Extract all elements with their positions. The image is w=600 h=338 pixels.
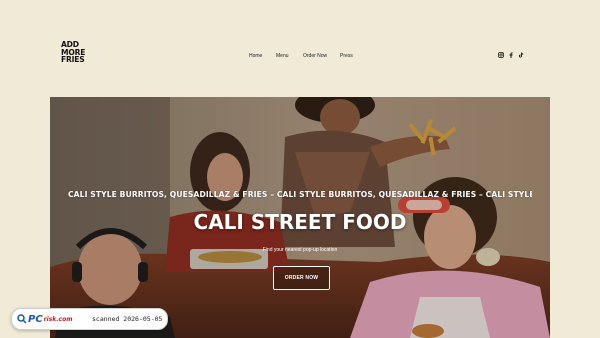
nav-link-home[interactable]: Home [249, 53, 262, 59]
scan-date-text: scanned 2026-05-05 [92, 315, 163, 323]
hero-title: CALI STREET FOOD [193, 210, 407, 234]
nav-link-press[interactable]: Press [340, 53, 353, 59]
nav-link-menu[interactable]: Menu [276, 53, 289, 59]
tiktok-icon[interactable] [518, 52, 524, 58]
pcrisk-logo: PC risk.com [17, 314, 86, 325]
logo-line-3: FRIES [61, 55, 85, 65]
instagram-icon[interactable] [498, 52, 504, 58]
hero-subtitle: Find your nearest pop-up location [262, 247, 338, 253]
scan-watermark-badge: PC risk.com scanned 2026-05-05 [11, 308, 168, 330]
nav-link-order-now[interactable]: Order Now [303, 53, 327, 59]
order-now-button[interactable]: ORDER NOW [273, 266, 330, 290]
facebook-icon[interactable] [508, 52, 514, 58]
magnifier-icon [17, 314, 27, 324]
hero-banner: CALI STYLE BURRITOS, QUESADILLAZ & FRIES… [50, 97, 550, 338]
pcrisk-logo-main: PC [28, 313, 43, 325]
brand-logo[interactable]: ADD MORE FRIES [61, 41, 91, 64]
site-header: ADD MORE FRIES Home Menu Order Now Press [0, 0, 600, 97]
hero-ticker: CALI STYLE BURRITOS, QUESADILLAZ & FRIES… [68, 190, 532, 199]
social-links [498, 52, 524, 58]
pcrisk-logo-tail: risk.com [43, 315, 73, 323]
